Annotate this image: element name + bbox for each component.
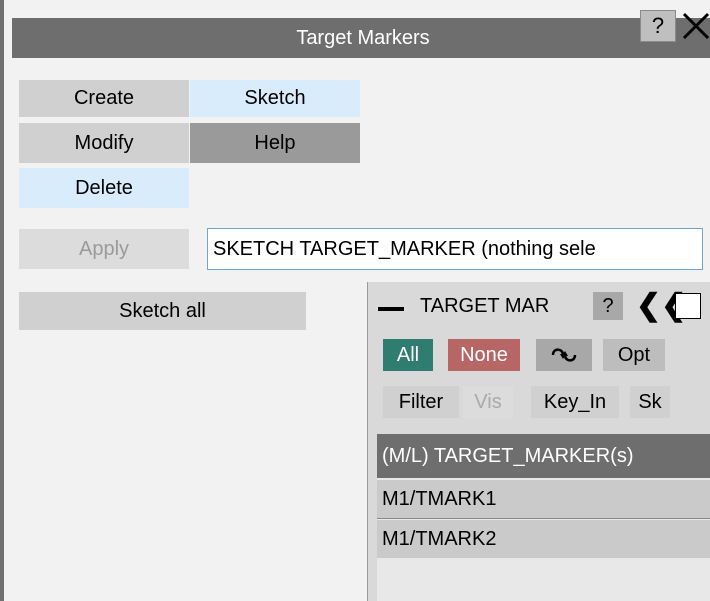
delete-button[interactable]: Delete [19, 168, 189, 208]
list-item[interactable]: M1/TMARK2 [377, 520, 710, 558]
vis-button[interactable]: Vis [463, 386, 513, 418]
filter-button[interactable]: Filter [383, 386, 459, 418]
target-markers-window: Target Markers ? Create Sketch Modify He… [0, 0, 710, 601]
panel-title: TARGET MAR [420, 295, 550, 317]
minimize-icon[interactable] [378, 307, 404, 311]
sketch-all-button[interactable]: Sketch all [19, 292, 306, 330]
key-in-button[interactable]: Key_In [531, 386, 619, 418]
sk-button[interactable]: Sk [630, 386, 670, 418]
close-icon[interactable] [678, 10, 710, 42]
window-title: Target Markers [296, 27, 430, 49]
list-item[interactable]: M1/TMARK1 [377, 480, 710, 518]
selection-panel: TARGET MAR ? ❮❮ All None Opt Filter Vis … [367, 282, 710, 601]
opt-button[interactable]: Opt [603, 339, 665, 371]
command-field[interactable]: SKETCH TARGET_MARKER (nothing sele [207, 228, 703, 270]
sketch-button[interactable]: Sketch [190, 80, 360, 117]
none-button[interactable]: None [448, 339, 520, 371]
help-button[interactable]: Help [190, 123, 360, 163]
all-button[interactable]: All [383, 339, 433, 371]
list-header: (M/L) TARGET_MARKER(s) [377, 434, 710, 478]
create-button[interactable]: Create [19, 80, 189, 117]
row-divider [377, 518, 710, 519]
modify-button[interactable]: Modify [19, 123, 189, 163]
swap-icon[interactable] [536, 339, 592, 371]
panel-header: TARGET MAR ? ❮❮ [368, 282, 710, 330]
panel-help-icon[interactable]: ? [593, 292, 623, 320]
checkbox-icon[interactable] [675, 293, 701, 319]
title-bar[interactable]: Target Markers [12, 18, 710, 58]
help-icon[interactable]: ? [640, 10, 676, 42]
apply-button[interactable]: Apply [19, 229, 189, 269]
marker-list[interactable]: (M/L) TARGET_MARKER(s) M1/TMARK1 M1/TMAR… [377, 434, 710, 601]
